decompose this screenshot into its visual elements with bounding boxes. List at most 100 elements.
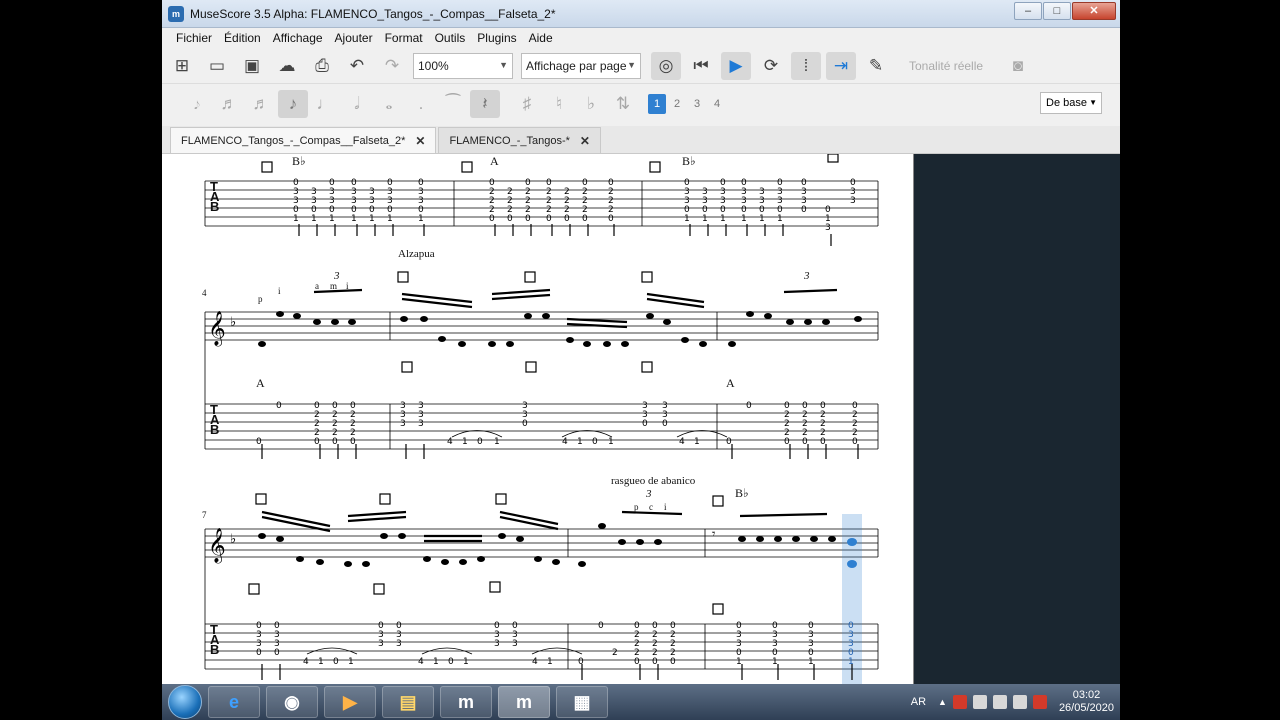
language-indicator[interactable]: AR [911,696,926,708]
sharp-icon[interactable]: ♯ [512,90,542,118]
internet-explorer-icon[interactable]: e [208,686,260,718]
svg-text:0: 0 [332,437,338,447]
svg-text:1: 1 [387,214,393,224]
upload-cloud-icon[interactable]: ☁ [272,52,302,80]
rewind-icon[interactable]: ⏮ [686,52,716,80]
svg-text:0: 0 [564,214,570,224]
menu-format[interactable]: Format [379,31,429,45]
midi-input-icon[interactable]: ◎ [651,51,681,80]
menu-outils[interactable]: Outils [429,31,472,45]
save-icon[interactable]: ▣ [237,52,267,80]
undo-icon[interactable]: ↶ [342,52,372,80]
close-icon[interactable]: ✕ [415,134,425,148]
chord-symbol[interactable]: A [256,376,265,391]
pan-score-icon[interactable]: ⇥ [826,51,856,80]
svg-text:1: 1 [772,657,778,667]
svg-text:1: 1 [494,437,500,447]
menu-affichage[interactable]: Affichage [267,31,329,45]
chord-symbol[interactable]: A [726,376,735,391]
svg-text:0: 0 [802,437,808,447]
half-note-icon[interactable]: 𝅗𝅥 [342,90,372,118]
metronome-icon[interactable]: ✎ [861,52,891,80]
camera-icon[interactable]: ◙ [1003,52,1033,80]
svg-text:1: 1 [736,657,742,667]
rest-icon[interactable]: 𝄽 [470,90,500,118]
system-tray: AR ▲ 03:02 26/05/2020 [911,684,1114,720]
show-hidden-icons-icon[interactable]: ▲ [938,697,947,707]
64th-note-icon[interactable]: ♬ [214,90,244,118]
technique-annotation-rasgueo[interactable]: rasgueo de abanico [611,475,695,487]
file-explorer-icon[interactable]: ▤ [382,686,434,718]
metronome-bar-icon[interactable]: ⁞ [791,51,821,80]
play-icon[interactable]: ▶ [721,51,751,80]
voice-4-button[interactable]: 4 [708,94,726,114]
menu-fichier[interactable]: Fichier [170,31,218,45]
fingering: i [664,502,667,512]
svg-text:0: 0 [578,657,584,667]
dot-icon[interactable]: . [406,90,436,118]
start-button-icon[interactable] [168,685,202,719]
maximize-button[interactable]: □ [1043,2,1071,20]
svg-text:1: 1 [311,214,317,224]
32nd-note-icon[interactable]: ♬ [246,90,276,118]
svg-text:0: 0 [582,214,588,224]
antivirus-icon[interactable] [952,695,967,709]
chord-symbol[interactable]: B♭ [292,154,306,169]
note-input-mode-icon[interactable]: 𝆕 [182,90,212,118]
eighth-note-icon[interactable]: ♪ [278,90,308,118]
voice-2-button[interactable]: 2 [668,94,686,114]
print-icon[interactable]: ⎙ [307,52,337,80]
natural-icon[interactable]: ♮ [544,90,574,118]
open-folder-icon[interactable]: ▭ [202,52,232,80]
chord-symbol[interactable]: B♭ [735,486,749,501]
fingering: p [258,294,263,304]
musescore-taskbar-icon[interactable]: m [440,686,492,718]
chord-symbol[interactable]: A [490,154,499,169]
tie-icon[interactable]: ⁀ [438,90,468,118]
workspace-combo[interactable]: De base ▼ [1040,92,1102,114]
chrome-icon[interactable]: ◉ [266,686,318,718]
technique-annotation-alzapua[interactable]: Alzapua [398,248,435,260]
redo-icon[interactable]: ↷ [377,52,407,80]
quarter-note-icon[interactable]: ♩ [310,90,340,118]
svg-text:4: 4 [532,657,538,667]
svg-text:2: 2 [612,648,618,658]
new-score-icon[interactable]: ⊞ [167,52,197,80]
network-signal-icon[interactable] [1012,695,1027,709]
close-button[interactable]: ✕ [1072,2,1116,20]
minimize-button[interactable]: – [1014,2,1042,20]
chevron-down-icon: ▼ [1089,98,1097,107]
musescore-active-taskbar-icon[interactable]: m [498,686,550,718]
svg-text:3: 3 [418,419,424,429]
svg-text:3: 3 [850,196,856,206]
concert-pitch-button[interactable]: Tonalité réelle [909,59,983,73]
whole-note-icon[interactable]: 𝅝 [374,90,404,118]
note-input-toolbar: 𝆕 ♬ ♬ ♪ ♩ 𝅗𝅥 𝅝 . ⁀ 𝄽 ♯ ♮ ♭ ⇅ 1 2 3 4 De … [162,86,1120,122]
chord-symbol[interactable]: B♭ [682,154,696,169]
menu-edition[interactable]: Édition [218,31,267,45]
screen-capture-icon[interactable]: ▦ [556,686,608,718]
menu-ajouter[interactable]: Ajouter [329,31,379,45]
voice-1-button[interactable]: 1 [648,94,666,114]
media-player-icon[interactable]: ▶ [324,686,376,718]
tab-falseta-2[interactable]: FLAMENCO_Tangos_-_Compas__Falseta_2* ✕ [170,127,437,153]
action-center-icon[interactable] [1032,695,1047,709]
clock[interactable]: 03:02 26/05/2020 [1059,689,1114,715]
close-icon[interactable]: ✕ [580,134,590,148]
zoom-combo[interactable]: 100% ▼ [413,52,513,79]
menu-aide[interactable]: Aide [523,31,559,45]
menu-plugins[interactable]: Plugins [471,31,522,45]
svg-text:4: 4 [447,437,453,447]
zoom-value: 100% [418,58,449,73]
svg-text:𝄾: 𝄾 [712,527,716,542]
view-mode-combo[interactable]: Affichage par page ▼ [521,52,641,79]
tab-tangos[interactable]: FLAMENCO_-_Tangos-* ✕ [438,127,601,153]
voice-3-button[interactable]: 3 [688,94,706,114]
score-view[interactable]: 03301 3301 03301 03301 3301 03301 03301 … [162,154,1120,684]
battery-icon[interactable] [972,695,987,709]
flip-direction-icon[interactable]: ⇅ [608,90,638,118]
chevron-down-icon: ▼ [499,59,508,70]
loop-icon[interactable]: ⟳ [756,52,786,80]
flat-icon[interactable]: ♭ [576,90,606,118]
volume-icon[interactable] [992,695,1007,709]
